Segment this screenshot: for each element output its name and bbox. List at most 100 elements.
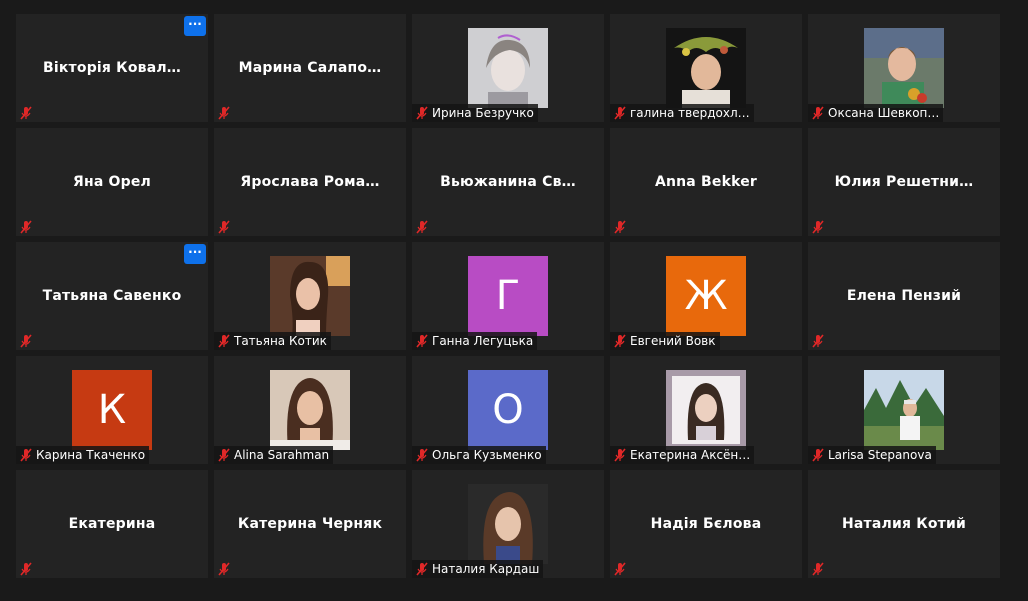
muted-mic-icon <box>218 106 230 120</box>
participant-label: Ганна Легуцька <box>412 332 538 350</box>
participant-tile[interactable]: Ж Евгений Вовк <box>610 242 802 350</box>
participant-name: Яна Орел <box>72 174 152 190</box>
participant-name: Елена Пензий <box>846 288 962 304</box>
participant-avatar: Ж <box>666 256 746 336</box>
participant-name: Наталия Котий <box>841 516 967 532</box>
participant-tile[interactable]: Larisa Stepanova <box>808 356 1000 464</box>
participant-name: Евгений Вовк <box>630 334 716 348</box>
participant-name: Larisa Stepanova <box>828 448 932 462</box>
participant-label: Ирина Безручко <box>412 104 538 122</box>
participant-label: Наталия Кардаш <box>412 560 544 578</box>
muted-mic-icon <box>20 334 32 348</box>
participant-avatar: К <box>72 370 152 450</box>
muted-mic-icon <box>218 562 230 576</box>
muted-mic-icon <box>218 448 230 462</box>
muted-mic-icon <box>20 562 32 576</box>
participant-tile[interactable]: Ярослава Рома… <box>214 128 406 236</box>
participant-name: Оксана Шевкоп… <box>828 106 940 120</box>
participant-name: Надія Бєлова <box>650 516 762 532</box>
participant-name: Ганна Легуцька <box>432 334 534 348</box>
participant-photo <box>666 28 746 108</box>
participant-tile[interactable]: Татьяна Савенко ··· <box>16 242 208 350</box>
participant-tile[interactable]: Татьяна Котик <box>214 242 406 350</box>
participant-tile[interactable]: Надія Бєлова <box>610 470 802 578</box>
muted-mic-icon <box>20 220 32 234</box>
muted-mic-icon <box>416 334 428 348</box>
participant-label: галина твердохл… <box>610 104 754 122</box>
participant-name: Марина Салапо… <box>238 60 382 76</box>
participant-photo <box>864 370 944 450</box>
avatar-initial: Ж <box>684 273 728 319</box>
participant-label: Alina Sarahman <box>214 446 334 464</box>
participant-tile[interactable]: Юлия Решетни… <box>808 128 1000 236</box>
muted-mic-icon <box>614 334 626 348</box>
more-options-button[interactable]: ··· <box>184 16 206 36</box>
participant-tile[interactable]: Екатерина Аксён… <box>610 356 802 464</box>
participant-tile[interactable]: Вьюжанина Св… <box>412 128 604 236</box>
participant-label: Ольга Кузьменко <box>412 446 546 464</box>
participant-name: Наталия Кардаш <box>432 562 540 576</box>
participant-name: Татьяна Савенко <box>42 288 182 304</box>
muted-mic-icon <box>416 448 428 462</box>
muted-mic-icon <box>614 448 626 462</box>
avatar-initial: К <box>97 387 127 433</box>
participant-avatar: О <box>468 370 548 450</box>
participant-photo <box>468 484 548 564</box>
muted-mic-icon <box>614 220 626 234</box>
avatar-initial: Г <box>495 273 521 319</box>
participant-name: Юлия Решетни… <box>834 174 974 190</box>
participant-photo <box>864 28 944 108</box>
participant-label: Екатерина Аксён… <box>610 446 755 464</box>
participant-name: Anna Bekker <box>654 174 758 190</box>
participant-name: Екатерина Аксён… <box>630 448 751 462</box>
participant-name: Ирина Безручко <box>432 106 534 120</box>
participant-tile[interactable]: О Ольга Кузьменко <box>412 356 604 464</box>
participant-tile[interactable]: Alina Sarahman <box>214 356 406 464</box>
muted-mic-icon <box>812 220 824 234</box>
participant-tile[interactable]: галина твердохл… <box>610 14 802 122</box>
muted-mic-icon <box>614 106 626 120</box>
muted-mic-icon <box>416 220 428 234</box>
participant-name: Вьюжанина Св… <box>440 174 576 190</box>
participant-name: Alina Sarahman <box>234 448 330 462</box>
participant-tile[interactable]: Оксана Шевкоп… <box>808 14 1000 122</box>
participant-tile[interactable]: Екатерина <box>16 470 208 578</box>
gallery-grid: Вікторія Ковал… ··· Марина Салапо… Ирина… <box>0 0 1028 601</box>
muted-mic-icon <box>20 106 32 120</box>
avatar-initial: О <box>492 387 524 433</box>
participant-label: Евгений Вовк <box>610 332 720 350</box>
muted-mic-icon <box>416 106 428 120</box>
participant-label: Larisa Stepanova <box>808 446 936 464</box>
participant-name: Екатерина <box>68 516 156 532</box>
muted-mic-icon <box>416 562 428 576</box>
participant-name: Карина Ткаченко <box>36 448 146 462</box>
participant-tile[interactable]: Ирина Безручко <box>412 14 604 122</box>
muted-mic-icon <box>812 334 824 348</box>
participant-tile[interactable]: Anna Bekker <box>610 128 802 236</box>
muted-mic-icon <box>218 220 230 234</box>
muted-mic-icon <box>20 448 32 462</box>
participant-name: Татьяна Котик <box>234 334 327 348</box>
participant-tile[interactable]: Вікторія Ковал… ··· <box>16 14 208 122</box>
participant-tile[interactable]: К Карина Ткаченко <box>16 356 208 464</box>
participant-photo <box>468 28 548 108</box>
participant-name: Ольга Кузьменко <box>432 448 542 462</box>
participant-name: Вікторія Ковал… <box>42 60 181 76</box>
participant-tile[interactable]: Марина Салапо… <box>214 14 406 122</box>
participant-name: галина твердохл… <box>630 106 750 120</box>
muted-mic-icon <box>218 334 230 348</box>
participant-tile[interactable]: Катерина Черняк <box>214 470 406 578</box>
participant-tile[interactable]: Наталия Котий <box>808 470 1000 578</box>
participant-label: Татьяна Котик <box>214 332 331 350</box>
participant-photo <box>270 370 350 450</box>
participant-photo <box>270 256 350 336</box>
participant-tile[interactable]: Г Ганна Легуцька <box>412 242 604 350</box>
participant-tile[interactable]: Елена Пензий <box>808 242 1000 350</box>
participant-avatar: Г <box>468 256 548 336</box>
participant-tile[interactable]: Наталия Кардаш <box>412 470 604 578</box>
participant-tile[interactable]: Яна Орел <box>16 128 208 236</box>
muted-mic-icon <box>812 562 824 576</box>
muted-mic-icon <box>614 562 626 576</box>
muted-mic-icon <box>812 106 824 120</box>
more-options-button[interactable]: ··· <box>184 244 206 264</box>
